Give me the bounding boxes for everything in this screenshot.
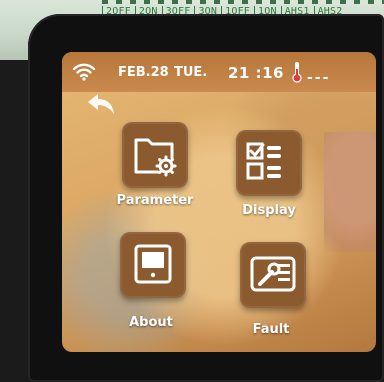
folder-gear-icon <box>134 138 177 177</box>
clock-text: 21 :16 <box>228 64 284 82</box>
display-label: Display <box>242 203 296 218</box>
monitor-icon <box>134 244 172 284</box>
checklist-icon <box>246 142 281 180</box>
date-text: FEB.28 <box>118 65 169 80</box>
wrench-card-icon <box>250 256 296 292</box>
wifi-icon <box>72 63 96 81</box>
back-arrow-icon[interactable] <box>82 90 118 120</box>
thermometer-icon <box>292 62 302 83</box>
display-button[interactable] <box>236 130 302 196</box>
parameter-button[interactable] <box>122 122 188 188</box>
weekday-text: TUE. <box>174 65 208 80</box>
temperature-value: --- <box>307 70 331 86</box>
about-button[interactable] <box>120 232 186 298</box>
fault-label: Fault <box>252 322 290 337</box>
touch-screen: FEB.28 TUE. 21 :16 --- Parameter Display… <box>62 52 376 352</box>
finger-overlay <box>324 132 376 252</box>
about-label: About <box>129 315 173 330</box>
fault-button[interactable] <box>240 242 306 308</box>
status-bar: FEB.28 TUE. 21 :16 --- <box>62 52 376 92</box>
pin-header <box>102 0 384 4</box>
parameter-label: Parameter <box>116 193 194 208</box>
